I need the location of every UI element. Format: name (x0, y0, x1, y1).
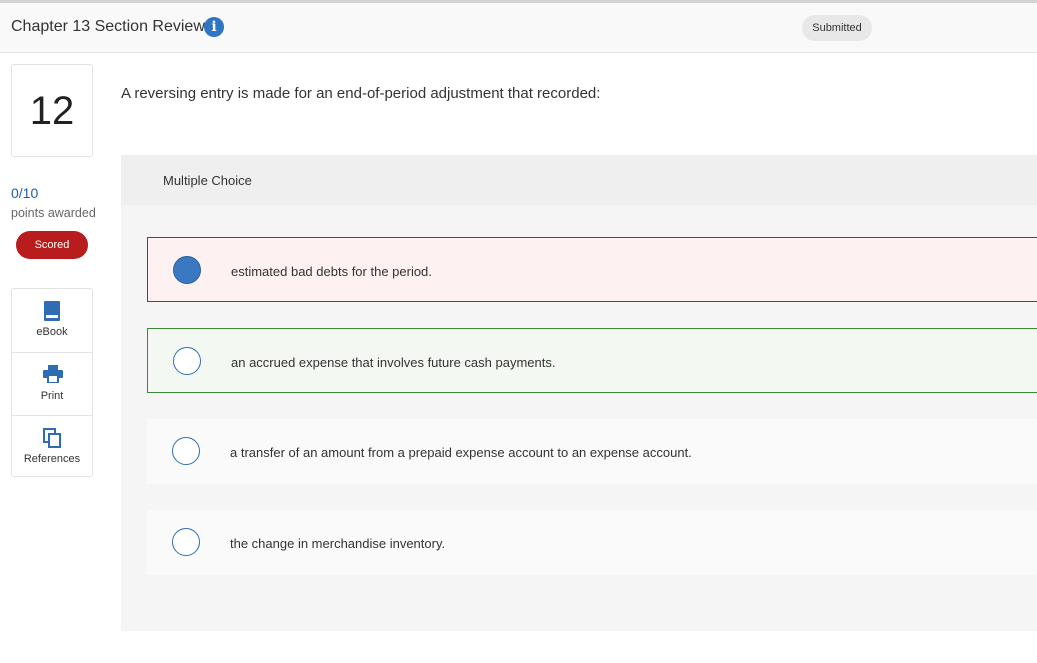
assignment-header: Chapter 13 Section Review i Submitted (0, 3, 1037, 53)
choice-option-2[interactable]: an accrued expense that involves future … (147, 328, 1037, 393)
references-label: References (23, 453, 81, 465)
choice-text: an accrued expense that involves future … (231, 355, 556, 370)
print-label: Print (40, 390, 64, 402)
question-number: 12 (29, 89, 75, 133)
question-text: A reversing entry is made for an end-of-… (121, 85, 601, 102)
multiple-choice-header: Multiple Choice (121, 155, 1037, 205)
assignment-title: Chapter 13 Section Review (11, 18, 205, 35)
scored-badge: Scored (16, 231, 88, 259)
radio-button[interactable] (173, 347, 201, 375)
radio-button[interactable] (172, 528, 200, 556)
tools-panel: eBook Print References (11, 288, 93, 477)
radio-button[interactable] (172, 437, 200, 465)
info-icon[interactable]: i (204, 17, 224, 37)
printer-icon (43, 365, 63, 383)
radio-button-selected[interactable] (173, 256, 201, 284)
copy-icon (43, 428, 61, 448)
ebook-label: eBook (36, 326, 68, 338)
points-score: 0/10 (11, 185, 39, 201)
ebook-button[interactable]: eBook (12, 289, 92, 352)
multiple-choice-panel: Multiple Choice estimated bad debts for … (121, 155, 1037, 631)
points-label: points awarded (11, 206, 96, 220)
references-button[interactable]: References (12, 415, 92, 478)
choice-text: a transfer of an amount from a prepaid e… (230, 445, 692, 460)
question-type-label: Multiple Choice (163, 173, 252, 188)
question-number-box: 12 (11, 64, 93, 157)
book-icon (44, 301, 60, 321)
choice-option-3[interactable]: a transfer of an amount from a prepaid e… (147, 419, 1037, 484)
choice-option-1[interactable]: estimated bad debts for the period. (147, 237, 1037, 302)
print-button[interactable]: Print (12, 352, 92, 415)
choice-option-4[interactable]: the change in merchandise inventory. (147, 510, 1037, 575)
choice-text: estimated bad debts for the period. (231, 264, 432, 279)
choice-text: the change in merchandise inventory. (230, 536, 446, 551)
status-badge: Submitted (802, 15, 872, 41)
